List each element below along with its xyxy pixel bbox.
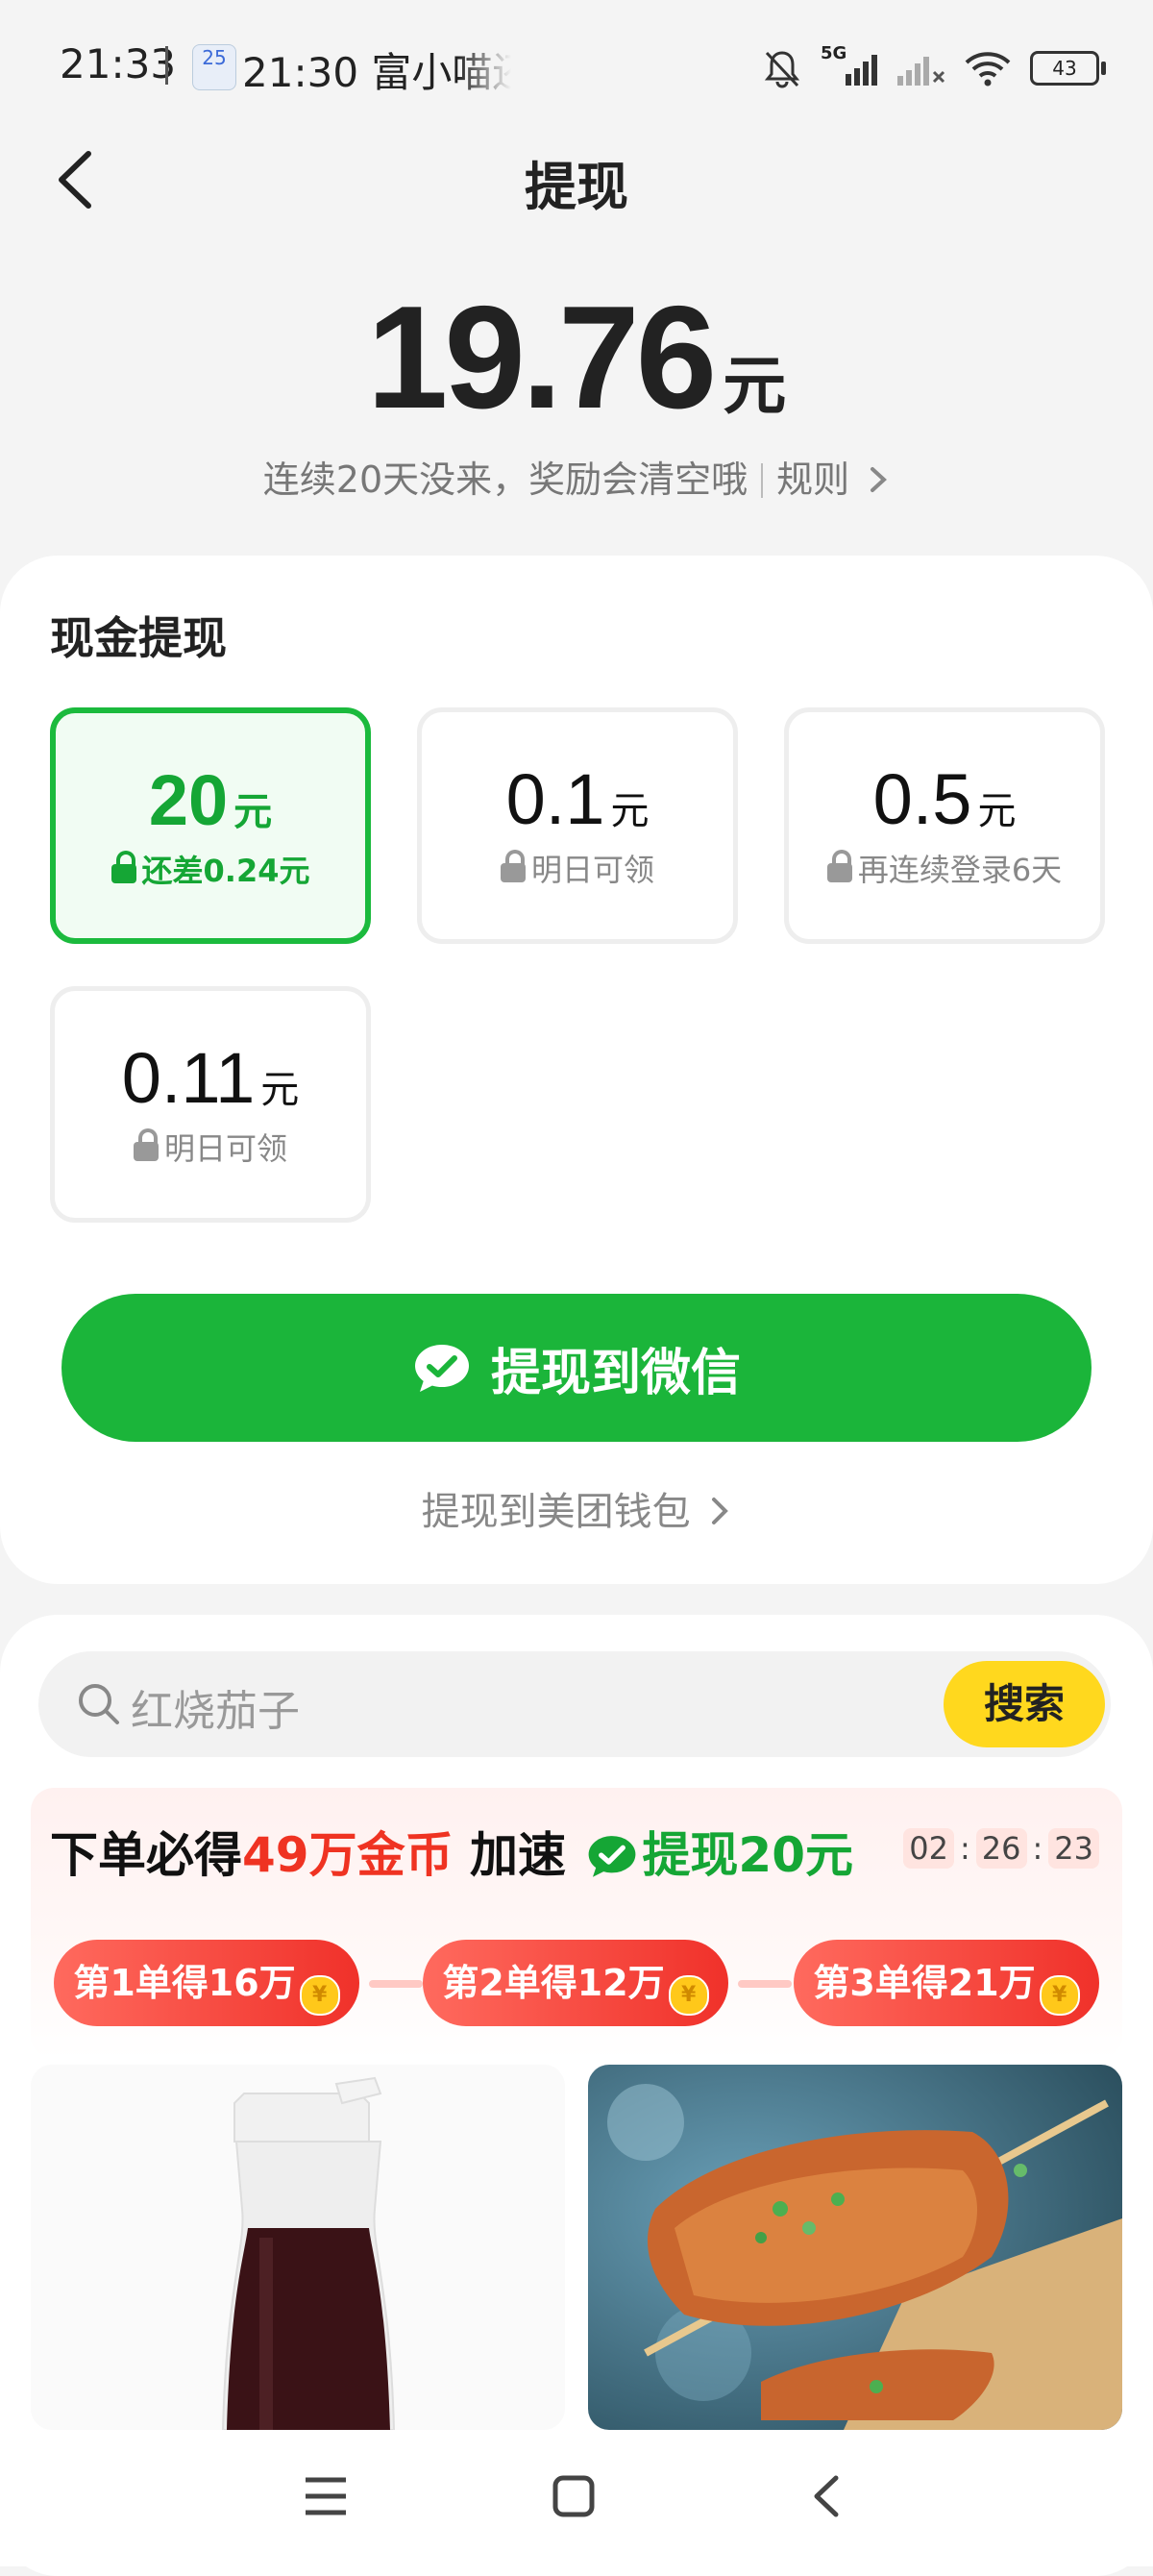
- promo-step-2[interactable]: 第2单得12万 ¥: [423, 1940, 728, 2026]
- option-amount: 0.11: [121, 1038, 256, 1118]
- withdraw-to-meituan-link[interactable]: 提现到美团钱包: [0, 1480, 1153, 1536]
- promo-step-3[interactable]: 第3单得21万 ¥: [794, 1940, 1099, 2026]
- option-note-text: 再连续登录6天: [857, 852, 1063, 888]
- coin-icon: ¥: [299, 1975, 340, 2016]
- notice-text: 连续20天没来，奖励会清空哦: [262, 458, 748, 501]
- notice-divider: [761, 463, 764, 498]
- menu-icon[interactable]: [302, 2474, 350, 2518]
- balance-amount: 19.76 元: [0, 274, 1153, 442]
- mute-bell-icon: [764, 51, 800, 88]
- option-amount: 20: [148, 760, 229, 840]
- network-type: 5G: [821, 43, 847, 63]
- step-connector: [738, 1980, 792, 1988]
- status-bar: 21:33 25 21:30 富小喵还 5G 43: [0, 0, 1153, 135]
- option-note-text: 明日可领: [530, 852, 654, 888]
- promo-title: 下单必得49万金币 加速 提现20元: [50, 1817, 853, 1886]
- search-bar[interactable]: 红烧茄子 搜索: [38, 1651, 1111, 1757]
- balance-unit: 元: [723, 349, 787, 423]
- promo-title-cash: 提现20元: [642, 1827, 854, 1883]
- option-value: 0.5 元: [789, 758, 1100, 840]
- promo-step-1[interactable]: 第1单得16万 ¥: [54, 1940, 359, 2026]
- battery-icon: 43: [1030, 51, 1106, 86]
- option-value: 20 元: [56, 759, 365, 841]
- option-unit: 元: [260, 1068, 300, 1112]
- balance-value: 19.76: [366, 276, 717, 439]
- option-note: 还差0.24元: [56, 847, 365, 891]
- timer-seconds: 23: [1048, 1828, 1099, 1869]
- lock-icon: [110, 851, 136, 883]
- option-note: 再连续登录6天: [789, 846, 1100, 890]
- option-note-text: 明日可领: [163, 1130, 287, 1167]
- option-note: 明日可领: [55, 1125, 366, 1169]
- status-icons: 5G 43: [761, 43, 1106, 92]
- withdraw-option-0.1[interactable]: 0.1 元 明日可领: [417, 707, 738, 944]
- option-unit: 元: [610, 789, 650, 833]
- product-card-grilled-fish[interactable]: [588, 2065, 1122, 2430]
- coin-icon: ¥: [1039, 1975, 1080, 2016]
- withdraw-option-0.11[interactable]: 0.11 元 明日可领: [50, 986, 371, 1223]
- status-time: 21:33: [60, 40, 177, 87]
- lock-icon: [500, 850, 526, 882]
- step-label: 第3单得21万: [813, 1962, 1036, 2004]
- page-title: 提现: [525, 157, 628, 217]
- search-icon: [79, 1684, 119, 1724]
- step-label: 第2单得12万: [442, 1962, 665, 2004]
- search-button[interactable]: 搜索: [944, 1661, 1105, 1747]
- wechat-icon: [414, 1345, 469, 1392]
- chevron-right-icon: [871, 467, 888, 492]
- option-note-text: 还差0.24元: [141, 853, 310, 889]
- wifi-icon: [965, 52, 1011, 87]
- promo-title-middle: 加速: [453, 1827, 567, 1883]
- option-value: 0.1 元: [422, 758, 733, 840]
- option-note: 明日可领: [422, 846, 733, 890]
- meituan-link-label: 提现到美团钱包: [421, 1490, 691, 1534]
- signal-icon: 5G: [821, 43, 878, 89]
- soy-sauce-bottle-image: [31, 2065, 565, 2430]
- home-icon[interactable]: [552, 2474, 596, 2518]
- cash-withdraw-title: 现金提现: [50, 612, 227, 664]
- timer-minutes: 26: [975, 1828, 1027, 1869]
- search-placeholder: 红烧茄子: [131, 1687, 300, 1736]
- calendar-icon: 25: [192, 44, 236, 90]
- rules-label: 规则: [776, 458, 850, 501]
- countdown-timer: 02:26:23: [903, 1828, 1099, 1869]
- chevron-right-icon: [712, 1498, 729, 1524]
- system-nav-bar: [0, 2430, 1153, 2566]
- option-value: 0.11 元: [55, 1037, 366, 1119]
- withdraw-option-0.5[interactable]: 0.5 元 再连续登录6天: [784, 707, 1105, 944]
- lock-icon: [133, 1128, 159, 1161]
- balance-notice: 连续20天没来，奖励会清空哦 规则: [0, 450, 1153, 503]
- back-nav-icon[interactable]: [807, 2472, 846, 2520]
- promo-title-prefix: 下单必得: [50, 1827, 242, 1883]
- option-amount: 0.1: [505, 759, 605, 839]
- coin-icon: ¥: [668, 1975, 709, 2016]
- step-connector: [369, 1980, 423, 1988]
- promo-title-coins: 49万金币: [242, 1827, 454, 1883]
- option-unit: 元: [977, 789, 1017, 833]
- signal-weak-icon: [897, 57, 945, 86]
- timer-colon: :: [960, 1830, 970, 1867]
- option-amount: 0.5: [872, 759, 972, 839]
- option-unit: 元: [233, 790, 273, 834]
- timer-hours: 02: [903, 1828, 954, 1869]
- withdraw-to-wechat-button[interactable]: 提现到微信: [61, 1294, 1092, 1442]
- status-divider: [165, 46, 168, 85]
- withdraw-option-20[interactable]: 20 元 还差0.24元: [50, 707, 371, 944]
- product-card-soy-sauce[interactable]: [31, 2065, 565, 2430]
- step-label: 第1单得16万: [73, 1962, 296, 2004]
- rules-link[interactable]: 规则: [776, 458, 890, 501]
- lock-icon: [826, 850, 852, 882]
- status-notification: 21:30 富小喵还: [242, 49, 511, 96]
- timer-colon: :: [1032, 1830, 1043, 1867]
- wechat-button-label: 提现到微信: [490, 1344, 741, 1402]
- wechat-icon: [589, 1836, 636, 1877]
- grilled-fish-skewer-image: [588, 2065, 1122, 2430]
